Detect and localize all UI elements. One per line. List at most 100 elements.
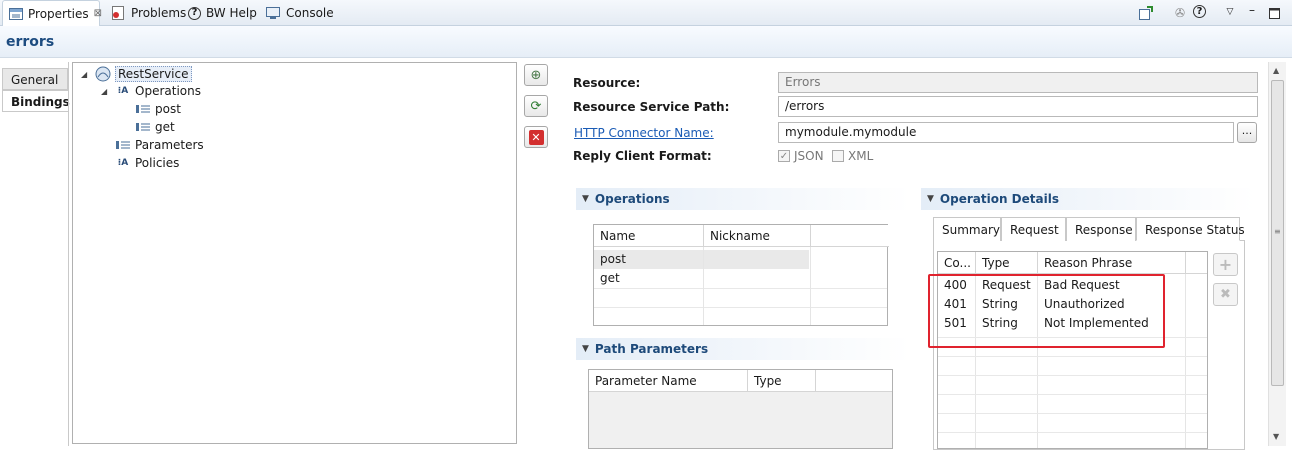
help-icon[interactable]: ? — [1193, 5, 1206, 18]
tab-request[interactable]: Request — [1001, 217, 1066, 241]
xml-checkbox[interactable]: XML — [832, 149, 873, 163]
add-binding-button[interactable]: ⊕ — [524, 64, 548, 86]
console-icon — [265, 5, 281, 21]
pin-icon[interactable]: ✇ — [1172, 5, 1188, 21]
tab-problems-label: Problems — [131, 6, 187, 20]
section-title: Path Parameters — [594, 342, 709, 356]
tree-label: post — [155, 102, 181, 116]
tree-node-get[interactable]: get — [135, 118, 175, 136]
tab-bindings[interactable]: Bindings — [2, 90, 70, 112]
operation-name: get — [600, 271, 620, 285]
remove-status-button[interactable]: ✖ — [1213, 283, 1238, 306]
table-row[interactable]: post — [594, 250, 809, 269]
xml-label: XML — [848, 149, 874, 163]
tree-label: Parameters — [135, 138, 204, 152]
path-parameters-table: Parameter Name Type — [588, 369, 893, 449]
operations-icon: ⁝A — [117, 85, 129, 96]
tab-general-label: General — [11, 73, 59, 87]
scroll-up-icon[interactable]: ▲ — [1273, 66, 1279, 75]
page-title: errors — [6, 34, 55, 50]
view-tab-bar: Properties ⊠ Problems ? BW Help Console … — [0, 0, 1292, 26]
divider — [68, 62, 69, 446]
column-header-code[interactable]: Co... — [938, 252, 976, 274]
add-status-button[interactable]: + — [1213, 253, 1238, 276]
refresh-binding-button[interactable]: ⟳ — [524, 95, 548, 117]
json-checkbox[interactable]: ✓ JSON — [778, 149, 824, 163]
row-divider — [594, 307, 887, 308]
tab-summary[interactable]: Summary — [933, 217, 1001, 241]
expand-icon[interactable]: ◢ — [101, 87, 111, 96]
add-icon: ⊕ — [530, 67, 542, 83]
minimize-icon[interactable]: – — [1244, 2, 1260, 18]
section-title: Operations — [594, 192, 670, 206]
policies-icon: ⁝A — [117, 157, 129, 168]
column-divider — [810, 247, 811, 325]
reply-format-label: Reply Client Format: — [573, 149, 712, 163]
operations-table: Name Nickname post get — [593, 224, 889, 326]
tab-bw-help[interactable]: ? BW Help — [182, 0, 263, 26]
maximize-icon[interactable] — [1266, 5, 1282, 21]
operation-name: post — [600, 252, 626, 266]
scroll-thumb[interactable]: ≡ — [1271, 80, 1284, 386]
collapse-icon: ▼ — [582, 194, 589, 204]
delete-binding-button[interactable]: ✕ — [524, 126, 548, 148]
delete-icon: ✕ — [528, 129, 544, 145]
path-parameters-section-header[interactable]: ▼ Path Parameters — [576, 338, 910, 360]
column-header-empty — [811, 225, 889, 247]
operation-details-section-header[interactable]: ▼ Operation Details — [921, 188, 1255, 210]
tree-node-policies[interactable]: ⁝A Policies — [115, 154, 180, 172]
tab-console-label: Console — [286, 6, 334, 20]
scroll-down-icon[interactable]: ▼ — [1273, 432, 1279, 441]
column-divider — [703, 247, 704, 325]
operation-icon — [135, 119, 151, 135]
plus-icon: + — [1218, 255, 1233, 274]
close-icon[interactable]: ⊠ — [94, 8, 102, 19]
tree-node-operations[interactable]: ◢ ⁝A Operations — [101, 82, 201, 100]
row-divider — [938, 413, 1207, 414]
collapse-icon: ▼ — [582, 344, 589, 354]
column-header-name[interactable]: Name — [594, 225, 704, 247]
json-label: JSON — [794, 149, 824, 163]
resource-path-label: Resource Service Path: — [573, 100, 730, 114]
resource-path-field[interactable]: /errors — [778, 96, 1258, 117]
column-header-parameter-name[interactable]: Parameter Name — [589, 370, 748, 392]
tab-properties-label: Properties — [28, 6, 89, 21]
properties-header: errors — [0, 26, 1292, 58]
http-connector-link[interactable]: HTTP Connector Name: — [574, 126, 714, 140]
column-header-empty — [1186, 252, 1207, 274]
refresh-icon: ⟳ — [530, 98, 542, 114]
grip-icon: ≡ — [1274, 227, 1281, 236]
tab-bw-help-label: BW Help — [206, 6, 257, 20]
column-header-type[interactable]: Type — [748, 370, 816, 392]
resource-label: Resource: — [573, 76, 641, 90]
column-header-reason-phrase[interactable]: Reason Phrase — [1038, 252, 1186, 274]
tree-label: get — [155, 120, 175, 134]
unchecked-icon — [832, 150, 844, 162]
help-icon: ? — [188, 6, 201, 20]
operation-icon — [135, 101, 151, 117]
tree-label: Operations — [135, 84, 201, 98]
new-window-icon[interactable] — [1138, 5, 1154, 21]
tab-general[interactable]: General — [2, 68, 68, 90]
expand-icon[interactable]: ◢ — [81, 70, 91, 79]
tab-response-status[interactable]: Response Status — [1136, 217, 1245, 241]
vertical-scrollbar[interactable]: ▲ ≡ ▼ — [1268, 62, 1286, 446]
tab-problems[interactable]: Problems — [104, 0, 192, 26]
tree-node-parameters[interactable]: Parameters — [115, 136, 204, 154]
http-connector-field[interactable]: mymodule.mymodule — [778, 122, 1234, 143]
tab-properties[interactable]: Properties ⊠ — [2, 0, 102, 26]
tab-console[interactable]: Console — [259, 0, 340, 26]
row-divider — [594, 288, 887, 289]
view-menu-icon[interactable]: ▽ — [1222, 4, 1238, 20]
tree-node-rest-service[interactable]: ◢ RestService — [81, 65, 192, 83]
tab-bindings-label: Bindings — [11, 95, 70, 109]
tree-node-post[interactable]: post — [135, 100, 181, 118]
browse-button[interactable]: ... — [1237, 122, 1257, 143]
column-header-type[interactable]: Type — [976, 252, 1038, 274]
tab-response[interactable]: Response — [1066, 217, 1136, 241]
column-header-nickname[interactable]: Nickname — [704, 225, 811, 247]
problems-icon — [110, 5, 126, 21]
operations-section-header[interactable]: ▼ Operations — [576, 188, 910, 210]
resource-field: Errors — [778, 72, 1258, 93]
table-row[interactable]: get — [594, 269, 704, 288]
